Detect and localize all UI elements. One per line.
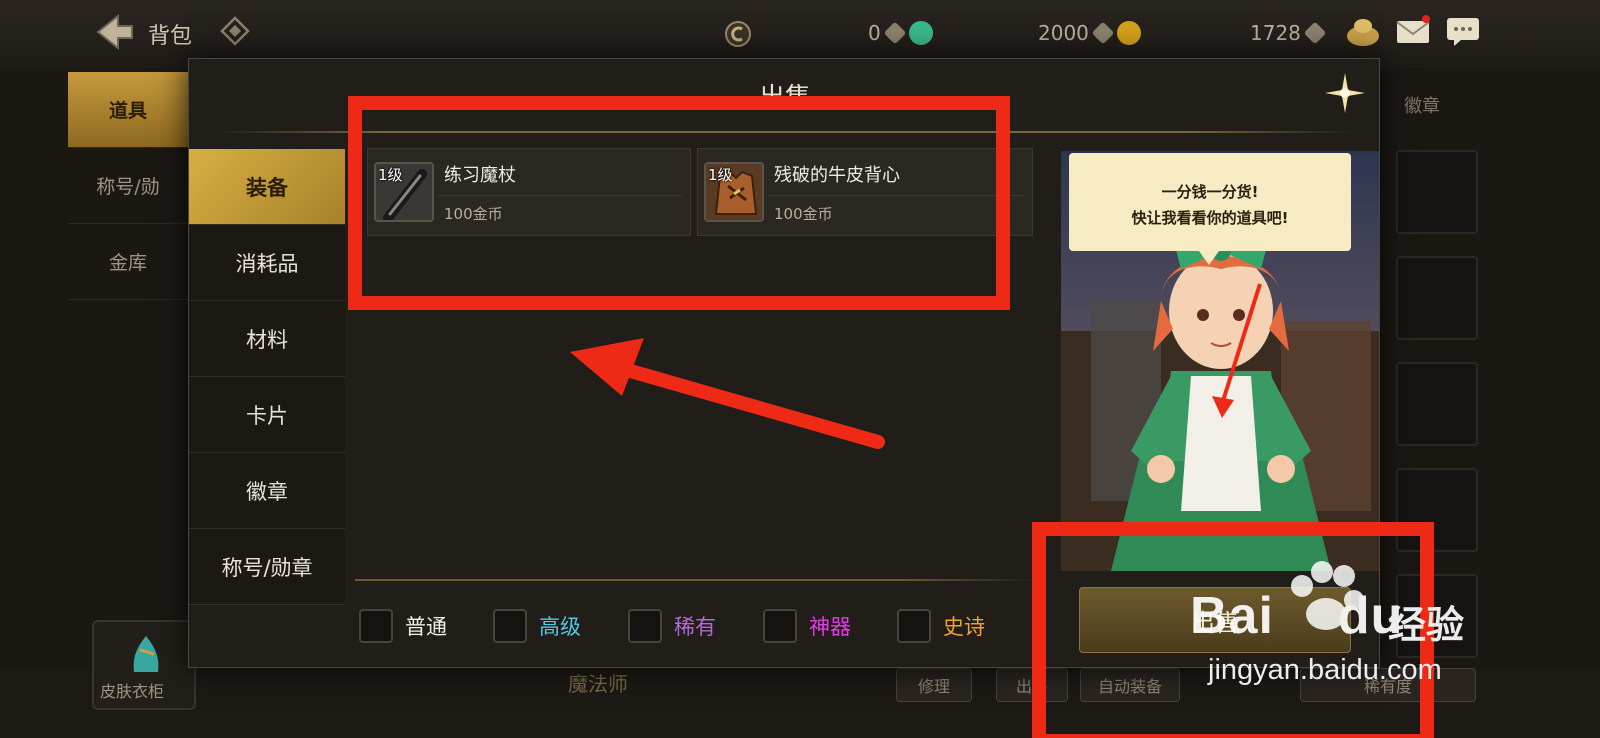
- filter-divider: [355, 579, 1037, 581]
- inventory-slot[interactable]: [1396, 362, 1478, 446]
- category-list: 装备 消耗品 材料 卡片 徽章 称号/勋章: [189, 149, 345, 605]
- filter-label: 普通: [405, 615, 447, 639]
- filter-label: 稀有: [674, 615, 716, 639]
- filter-rare[interactable]: 稀有: [628, 607, 716, 645]
- filter-epic[interactable]: 史诗: [897, 607, 985, 645]
- plus-diamond-icon[interactable]: [883, 21, 907, 45]
- speech-line-1: 一分钱一分货!: [1161, 183, 1259, 201]
- filter-artifact[interactable]: 神器: [763, 607, 851, 645]
- checkbox[interactable]: [493, 609, 527, 643]
- wardrobe-label: 皮肤衣柜: [100, 682, 165, 701]
- close-icon[interactable]: [1323, 71, 1367, 115]
- watermark-cn: 经验: [1388, 603, 1465, 647]
- currency-gold: 2000: [1038, 18, 1141, 48]
- bag-icon[interactable]: [1344, 14, 1382, 48]
- tab-vault[interactable]: 金库: [68, 224, 188, 300]
- category-titles[interactable]: 称号/勋章: [189, 529, 345, 605]
- back-arrow-icon[interactable]: [92, 12, 136, 52]
- category-consumables[interactable]: 消耗品: [189, 225, 345, 301]
- chat-icon[interactable]: [1444, 14, 1482, 48]
- gold-coin-icon: [1116, 21, 1141, 45]
- category-badges[interactable]: 徽章: [189, 453, 345, 529]
- speech-line-2: 快让我看看你的道具吧!: [1131, 209, 1289, 227]
- currency-gem: 0: [868, 18, 933, 48]
- plus-diamond-icon[interactable]: [1091, 21, 1115, 45]
- diamond-help-icon[interactable]: [220, 16, 250, 46]
- checkbox[interactable]: [359, 609, 393, 643]
- filter-label: 史诗: [943, 615, 985, 639]
- green-gem-icon: [908, 21, 933, 45]
- category-cards[interactable]: 卡片: [189, 377, 345, 453]
- filter-common[interactable]: 普通: [359, 607, 447, 645]
- plus-diamond-icon[interactable]: [1303, 21, 1327, 45]
- tab-items[interactable]: 道具: [68, 72, 188, 148]
- tab-badge[interactable]: 徽章: [1404, 92, 1440, 118]
- category-materials[interactable]: 材料: [189, 301, 345, 377]
- page-title: 背包: [148, 24, 193, 49]
- watermark-brand: Bai du: [1190, 586, 1403, 646]
- currency-value: 0: [868, 21, 881, 45]
- inventory-tabs: 道具 称号/勋 金库: [68, 72, 188, 300]
- mail-icon[interactable]: [1394, 14, 1432, 48]
- wardrobe-icon: [133, 636, 159, 672]
- currency-c-icon: [725, 21, 751, 47]
- currency-ingot: 1728: [1250, 18, 1327, 48]
- category-equipment[interactable]: 装备: [189, 149, 345, 225]
- checkbox[interactable]: [897, 609, 931, 643]
- speech-bubble: 一分钱一分货! 快让我看看你的道具吧!: [1069, 153, 1351, 265]
- checkbox[interactable]: [763, 609, 797, 643]
- currency-value: 1728: [1250, 21, 1301, 45]
- filter-label: 高级: [539, 615, 581, 639]
- filter-advanced[interactable]: 高级: [493, 607, 581, 645]
- watermark-url: jingyan.baidu.com: [1208, 654, 1442, 686]
- tab-titles[interactable]: 称号/勋: [68, 148, 188, 224]
- red-arrow-icon: [570, 338, 885, 449]
- currency-value: 2000: [1038, 21, 1089, 45]
- checkbox[interactable]: [628, 609, 662, 643]
- inventory-slot[interactable]: [1396, 256, 1478, 340]
- baidu-watermark: Bai du 经验 jingyan.baidu.com: [1178, 561, 1500, 700]
- class-name: 魔法师: [568, 672, 628, 696]
- thin-red-arrow-icon: [1212, 283, 1262, 418]
- filter-label: 神器: [809, 615, 851, 639]
- watermark-brand-part1: Bai: [1190, 587, 1274, 645]
- repair-button[interactable]: 修理: [896, 668, 972, 702]
- wardrobe-button[interactable]: 皮肤衣柜: [92, 620, 196, 710]
- inventory-slot[interactable]: [1396, 150, 1478, 234]
- highlight-box-items: [348, 96, 1010, 310]
